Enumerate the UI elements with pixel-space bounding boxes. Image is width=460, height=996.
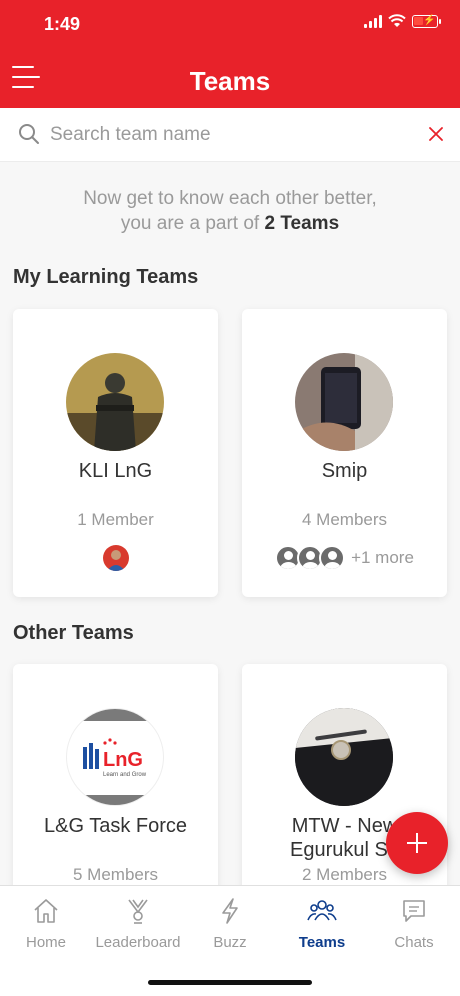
team-avatar <box>295 353 393 451</box>
logo-text: LnG <box>103 749 143 771</box>
team-count: 2 Teams <box>264 213 340 234</box>
tab-teams[interactable]: Teams <box>276 896 368 956</box>
logo-tagline: Learn and Grow <box>103 772 147 778</box>
intro-line-2-prefix: you are a part of <box>120 213 265 234</box>
intro-line-1: Now get to know each other better, <box>83 188 377 209</box>
signal-icon <box>364 14 382 28</box>
member-count: 1 Member <box>77 510 154 529</box>
home-icon <box>34 899 58 923</box>
my-teams-title: My Learning Teams <box>13 266 199 288</box>
tab-chats[interactable]: Chats <box>368 896 460 956</box>
member-avatar <box>102 545 129 571</box>
status-icons: ⚡ <box>364 14 441 28</box>
group-icon <box>307 900 337 921</box>
status-time: 1:49 <box>44 14 81 34</box>
tab-home[interactable]: Home <box>0 896 92 956</box>
tab-buzz[interactable]: Buzz <box>184 896 276 956</box>
tab-label: Teams <box>298 934 346 951</box>
add-team-button[interactable] <box>386 812 448 874</box>
intro-line-2: you are a part of 2 Teams <box>0 211 460 236</box>
member-avatars <box>13 545 218 571</box>
other-teams-title: Other Teams <box>13 622 134 644</box>
tab-leaderboard[interactable]: Leaderboard <box>92 896 184 956</box>
lightning-icon <box>222 898 238 924</box>
trophy-icon <box>128 899 148 924</box>
wifi-icon <box>388 14 406 27</box>
app-header: 1:49 ⚡ Teams <box>0 0 460 108</box>
tab-label: Home <box>25 934 66 951</box>
tab-label: Chats <box>394 934 434 951</box>
intro-text: Now get to know each other better, you a… <box>0 186 460 236</box>
team-name: KLI LnG <box>78 460 153 482</box>
tab-label: Leaderboard <box>95 934 181 951</box>
member-avatars: +1 more <box>242 545 447 571</box>
battery-icon: ⚡ <box>412 14 441 28</box>
team-avatar <box>295 708 393 806</box>
team-avatar <box>66 353 164 451</box>
team-name: Smip <box>321 460 368 482</box>
member-count: 4 Members <box>301 510 388 529</box>
member-count: 5 Members <box>72 865 159 884</box>
team-card-smip[interactable]: Smip 4 Members +1 more <box>242 309 447 597</box>
team-name: L&G Task Force <box>43 815 188 837</box>
team-card-lg-task-force[interactable]: LnG Learn and Grow L&G Task Force 5 Memb… <box>13 664 218 904</box>
team-logo: LnG Learn and Grow <box>66 708 164 806</box>
tab-label: Buzz <box>213 934 247 951</box>
person-icon <box>319 545 346 571</box>
search-input[interactable] <box>50 118 410 152</box>
search-bar <box>0 108 460 162</box>
team-card-kli-lng[interactable]: KLI LnG 1 Member <box>13 309 218 597</box>
plus-icon <box>407 833 427 853</box>
clear-search-icon[interactable] <box>426 124 446 144</box>
home-indicator <box>148 980 312 985</box>
search-icon <box>19 124 39 144</box>
more-members-text: +1 more <box>351 548 414 567</box>
chat-icon <box>403 900 425 922</box>
page-title: Teams <box>189 66 271 96</box>
